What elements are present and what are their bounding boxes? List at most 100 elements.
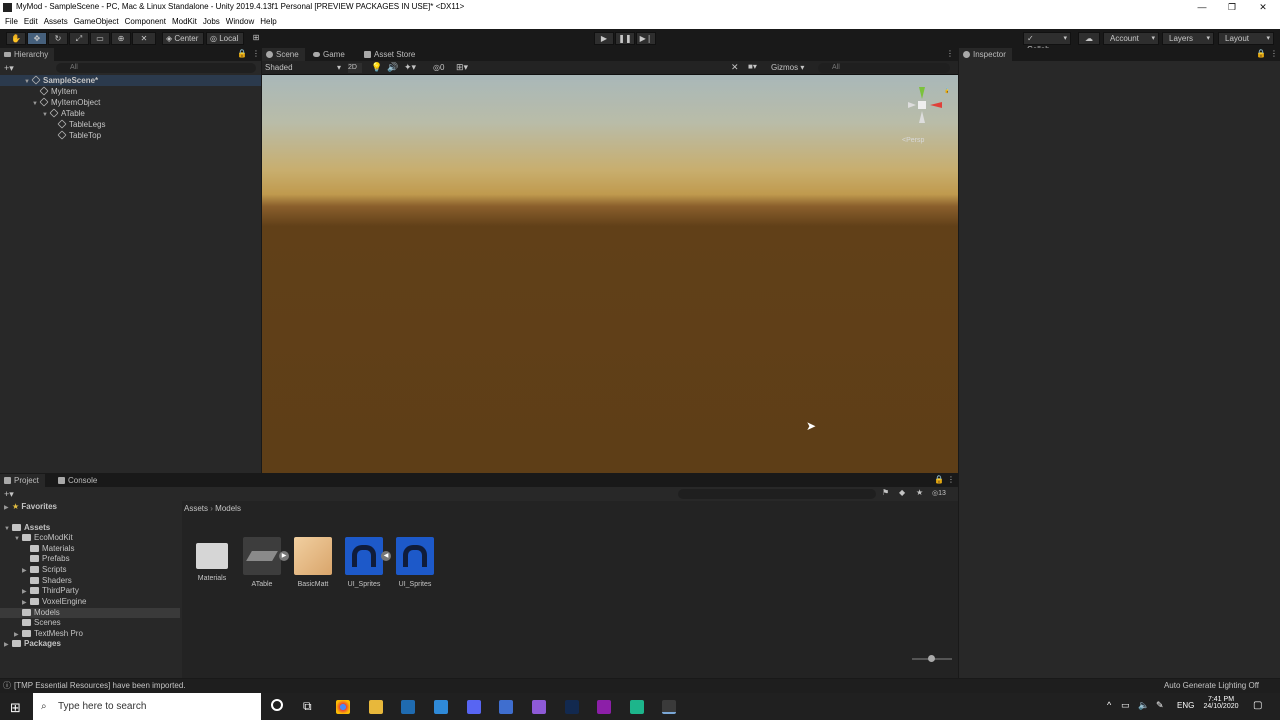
filter-label-icon[interactable]: ◆ bbox=[899, 488, 905, 497]
menu-gameobject[interactable]: GameObject bbox=[71, 15, 122, 29]
create-add-button[interactable]: +▾ bbox=[4, 63, 14, 74]
status-message[interactable]: [TMP Essential Resources] have been impo… bbox=[14, 679, 186, 693]
chrome-icon[interactable] bbox=[336, 700, 350, 714]
tree-prefabs[interactable]: Prefabs bbox=[30, 554, 70, 564]
unity-icon[interactable] bbox=[662, 700, 676, 714]
menu-component[interactable]: Component bbox=[122, 15, 169, 29]
tree-item-tabletop[interactable]: TableTop bbox=[57, 130, 101, 141]
tab-game[interactable]: Game bbox=[309, 48, 351, 61]
hierarchy-search-input[interactable]: All bbox=[56, 63, 256, 73]
lock-icon[interactable]: 🔒 bbox=[237, 49, 247, 58]
tree-thirdparty[interactable]: ▶ ThirdParty bbox=[22, 586, 79, 596]
tools-icon[interactable]: ✕ bbox=[731, 62, 739, 73]
2d-toggle[interactable]: 2D bbox=[348, 63, 362, 73]
grid-dropdown-icon[interactable]: ⊞▾ bbox=[456, 62, 468, 73]
tree-assets[interactable]: ▼ Assets bbox=[4, 523, 50, 533]
orientation-gizmo[interactable]: 🔒 <Persp bbox=[902, 83, 951, 144]
filter-type-icon[interactable]: ⚑ bbox=[882, 488, 889, 497]
move-tool-icon[interactable]: ✥ bbox=[27, 32, 47, 45]
menu-modkit[interactable]: ModKit bbox=[169, 15, 200, 29]
lighting-status[interactable]: Auto Generate Lighting Off bbox=[1164, 679, 1259, 693]
volume-icon[interactable]: 🔈 bbox=[1138, 700, 1149, 711]
zoom-slider[interactable] bbox=[912, 655, 952, 662]
gizmos-dropdown[interactable]: Gizmos ▾ bbox=[771, 63, 813, 72]
expand-arrow-icon[interactable]: ▶ bbox=[22, 566, 30, 576]
menu-assets[interactable]: Assets bbox=[41, 15, 71, 29]
pen-icon[interactable]: ✎ bbox=[1156, 700, 1164, 711]
asset-ui-sprites-2[interactable]: UI_Sprites bbox=[390, 537, 440, 588]
breadcrumb-assets[interactable]: Assets bbox=[184, 504, 208, 513]
pivot-center-toggle[interactable]: ◈ Center bbox=[162, 32, 204, 45]
notifications-icon[interactable]: ▢ bbox=[1253, 700, 1262, 711]
persp-label[interactable]: <Persp bbox=[902, 137, 924, 144]
tree-models[interactable]: Models bbox=[0, 608, 180, 618]
collab-dropdown[interactable]: ✓ Collab bbox=[1023, 32, 1071, 54]
audio-toggle-icon[interactable]: 🔊 bbox=[387, 62, 398, 73]
project-search-input[interactable] bbox=[678, 489, 876, 499]
menu-edit[interactable]: Edit bbox=[21, 15, 41, 29]
expand-arrow-icon[interactable]: ▼ bbox=[14, 534, 22, 544]
tree-ecomodkit[interactable]: ▼ EcoModKit bbox=[14, 533, 73, 543]
rotate-tool-icon[interactable]: ↻ bbox=[48, 32, 68, 45]
tree-item-samplescene[interactable]: ▼ SampleScene* bbox=[0, 75, 261, 86]
menu-jobs[interactable]: Jobs bbox=[200, 15, 223, 29]
tab-inspector[interactable]: Inspector bbox=[959, 48, 1012, 61]
app-icon[interactable] bbox=[630, 700, 644, 714]
scene-viewport[interactable]: 🔒 <Persp ➤ bbox=[262, 75, 958, 473]
windows-start-icon[interactable]: ⊞ bbox=[10, 700, 21, 716]
taskbar-search-input[interactable]: ⌕ Type here to search bbox=[33, 693, 261, 720]
tab-hierarchy[interactable]: Hierarchy bbox=[0, 48, 55, 61]
discord-icon[interactable] bbox=[467, 700, 481, 714]
cortana-icon[interactable] bbox=[271, 699, 283, 711]
tree-scripts[interactable]: ▶ Scripts bbox=[22, 565, 66, 575]
scale-tool-icon[interactable]: ⤢ bbox=[69, 32, 89, 45]
app-icon[interactable] bbox=[499, 700, 513, 714]
tree-favorites[interactable]: ▶ ★ Favorites bbox=[4, 502, 57, 512]
tab-project[interactable]: Project bbox=[0, 474, 45, 487]
expand-arrow-icon[interactable]: ▶ bbox=[22, 598, 30, 608]
photoshop-icon[interactable] bbox=[565, 700, 579, 714]
scene-search-input[interactable]: All bbox=[818, 63, 950, 73]
panel-menu-icon[interactable]: ⋮ bbox=[1270, 49, 1278, 58]
hidden-packages-toggle[interactable]: ◎13 bbox=[932, 489, 946, 497]
expand-arrow-icon[interactable]: ▶ bbox=[4, 503, 12, 513]
task-view-icon[interactable]: ⧉ bbox=[303, 699, 312, 714]
tree-item-myitem[interactable]: MyItem bbox=[32, 86, 77, 97]
hand-tool-icon[interactable]: ✋ bbox=[6, 32, 26, 45]
custom-tool-icon[interactable]: ✕ bbox=[132, 32, 156, 45]
tree-item-atable[interactable]: ▼ ATable bbox=[42, 108, 85, 119]
breadcrumb-models[interactable]: Models bbox=[215, 504, 241, 513]
visual-studio-icon[interactable] bbox=[532, 700, 546, 714]
panel-menu-icon[interactable]: ⋮ bbox=[252, 49, 260, 58]
close-button[interactable]: ✕ bbox=[1248, 0, 1278, 15]
asset-atable-model[interactable]: ▶ ATable bbox=[237, 537, 289, 588]
step-button[interactable]: ▶❘ bbox=[636, 32, 656, 45]
effects-dropdown-icon[interactable]: ✦▾ bbox=[404, 62, 416, 73]
shading-mode-dropdown[interactable]: Shaded ▾ bbox=[265, 63, 343, 73]
tree-materials[interactable]: Materials bbox=[30, 544, 74, 554]
tree-voxelengine[interactable]: ▶ VoxelEngine bbox=[22, 597, 86, 607]
hidden-objects-toggle[interactable]: ◎0 bbox=[433, 63, 444, 72]
cloud-icon[interactable]: ☁ bbox=[1078, 32, 1100, 45]
file-explorer-icon[interactable] bbox=[369, 700, 383, 714]
network-icon[interactable]: ▭ bbox=[1121, 700, 1130, 711]
asset-materials-folder[interactable]: Materials bbox=[187, 537, 237, 582]
pivot-local-toggle[interactable]: ◎ Local bbox=[206, 32, 244, 45]
layers-dropdown[interactable]: Layers bbox=[1162, 32, 1214, 45]
expand-arrow-icon[interactable]: ▼ bbox=[24, 77, 32, 88]
tab-scene[interactable]: Scene bbox=[262, 48, 305, 61]
tree-item-tablelegs[interactable]: TableLegs bbox=[57, 119, 105, 130]
tree-shaders[interactable]: Shaders bbox=[30, 576, 72, 586]
account-dropdown[interactable]: Account bbox=[1103, 32, 1159, 45]
play-button[interactable]: ▶ bbox=[594, 32, 614, 45]
asset-ui-sprites-1[interactable]: ◀ UI_Sprites bbox=[339, 537, 391, 588]
zoom-slider-handle[interactable] bbox=[928, 655, 935, 662]
steam-icon[interactable] bbox=[401, 700, 415, 714]
expand-arrow-icon[interactable]: ▶ bbox=[4, 640, 12, 650]
expand-arrow-icon[interactable]: ▼ bbox=[32, 99, 40, 110]
expand-arrow-icon[interactable]: ▼ bbox=[42, 110, 50, 121]
expand-arrow-icon[interactable]: ▼ bbox=[4, 524, 12, 534]
tree-packages[interactable]: ▶ Packages bbox=[4, 639, 61, 649]
tab-console[interactable]: Console bbox=[54, 474, 103, 487]
asset-basicmatt-material[interactable]: BasicMatt bbox=[288, 537, 338, 588]
